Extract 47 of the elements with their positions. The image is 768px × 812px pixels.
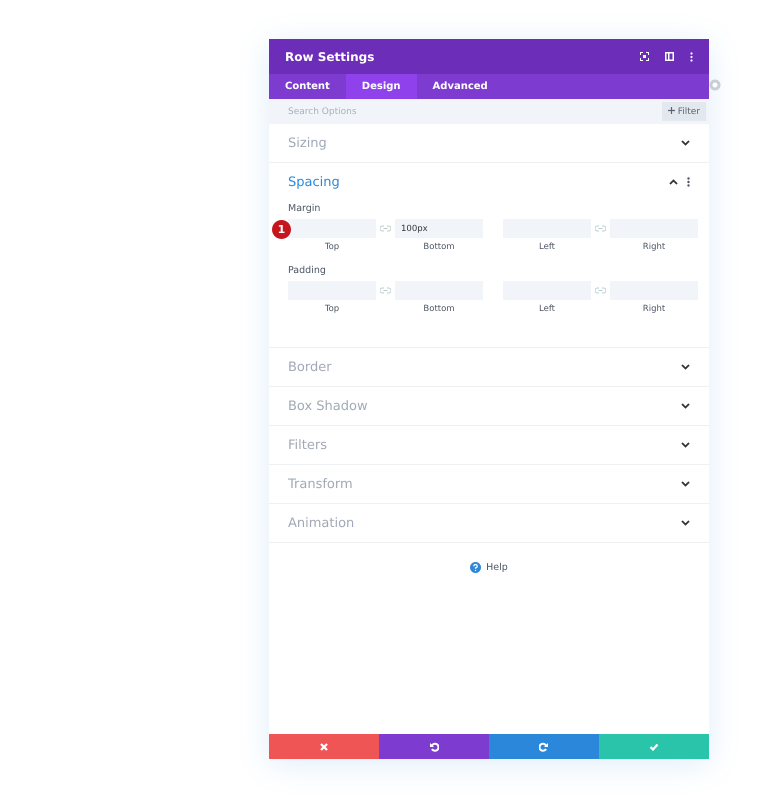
field-label: Bottom (423, 242, 455, 252)
undo-button[interactable] (379, 734, 489, 759)
chevron-down-icon[interactable] (681, 442, 690, 448)
section-title[interactable]: Spacing (288, 174, 660, 190)
field-label: Top (324, 304, 340, 314)
focus-icon[interactable] (640, 52, 649, 61)
link-icon[interactable] (595, 225, 606, 232)
columns-icon[interactable] (665, 52, 674, 61)
chevron-down-icon[interactable] (681, 520, 690, 526)
field-label: Right (642, 304, 666, 314)
value-field[interactable] (288, 219, 376, 238)
cancel-button[interactable] (269, 734, 379, 759)
group-label: Margin (288, 203, 322, 214)
link-icon[interactable] (595, 287, 606, 294)
save-button[interactable] (599, 734, 709, 759)
window-title: Row Settings (285, 50, 376, 64)
field-label: Bottom (423, 304, 455, 314)
redo-icon (539, 742, 549, 752)
chevron-up-icon[interactable] (669, 179, 678, 185)
chevron-down-icon[interactable] (681, 403, 690, 409)
link-icon[interactable] (380, 287, 391, 294)
field-label: Right (642, 242, 666, 252)
chevron-down-icon[interactable] (681, 481, 690, 487)
plus-icon (668, 106, 675, 114)
link-icon[interactable] (380, 225, 391, 232)
field-label: Left (539, 304, 555, 314)
tab[interactable]: Design (346, 74, 417, 99)
chevron-down-icon[interactable] (681, 140, 690, 146)
more-icon[interactable] (687, 177, 690, 187)
tab[interactable]: Advanced (416, 74, 504, 99)
field-label: Left (539, 242, 555, 252)
field-label: Top (324, 242, 340, 252)
chevron-down-icon[interactable] (681, 364, 690, 370)
circle-icon[interactable] (709, 79, 721, 91)
help-link[interactable]: Help (470, 560, 508, 574)
more-icon[interactable] (690, 52, 693, 62)
tab[interactable]: Content (269, 74, 346, 99)
undo-icon (429, 742, 439, 752)
help-icon (470, 562, 482, 572)
value-field[interactable]: 100px (395, 219, 483, 238)
filter-button[interactable]: Filter (662, 102, 706, 121)
group-label: Padding (288, 265, 327, 276)
cancel-icon (319, 742, 329, 752)
redo-button[interactable] (489, 734, 599, 759)
save-icon (649, 742, 659, 752)
search-field[interactable]: Search Options Filter (269, 99, 709, 124)
search-placeholder: Search Options (288, 106, 358, 116)
